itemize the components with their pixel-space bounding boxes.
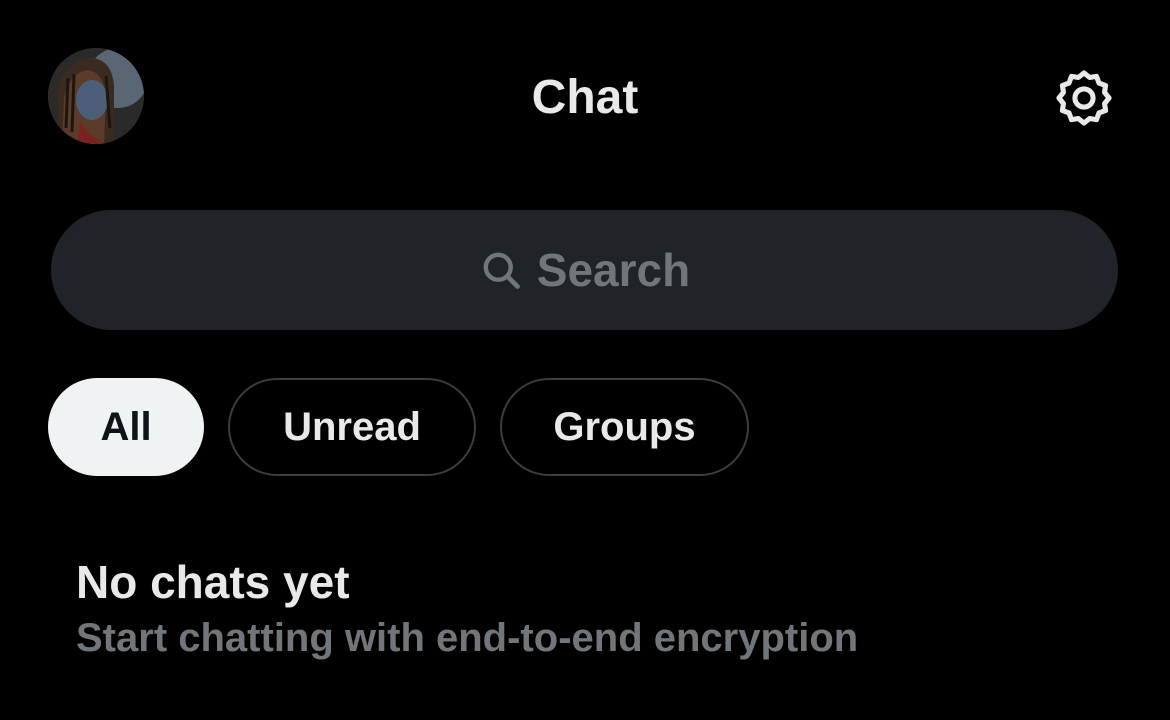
search-icon <box>483 252 520 289</box>
filter-chip-all[interactable]: All <box>48 378 204 476</box>
gear-icon <box>1056 70 1112 126</box>
empty-state-title: No chats yet <box>76 556 350 608</box>
filter-chip-unread[interactable]: Unread <box>228 378 476 476</box>
search-input[interactable]: Search <box>51 210 1118 330</box>
filter-chip-groups[interactable]: Groups <box>500 378 749 476</box>
page-title: Chat <box>531 71 639 124</box>
search-placeholder: Search <box>536 244 691 296</box>
settings-button[interactable] <box>1048 62 1120 134</box>
search-content: Search <box>479 242 690 298</box>
empty-state-subtitle: Start chatting with end-to-end encryptio… <box>76 616 859 660</box>
chat-screen: Chat Search All Unread Groups No chats y… <box>0 0 1170 720</box>
